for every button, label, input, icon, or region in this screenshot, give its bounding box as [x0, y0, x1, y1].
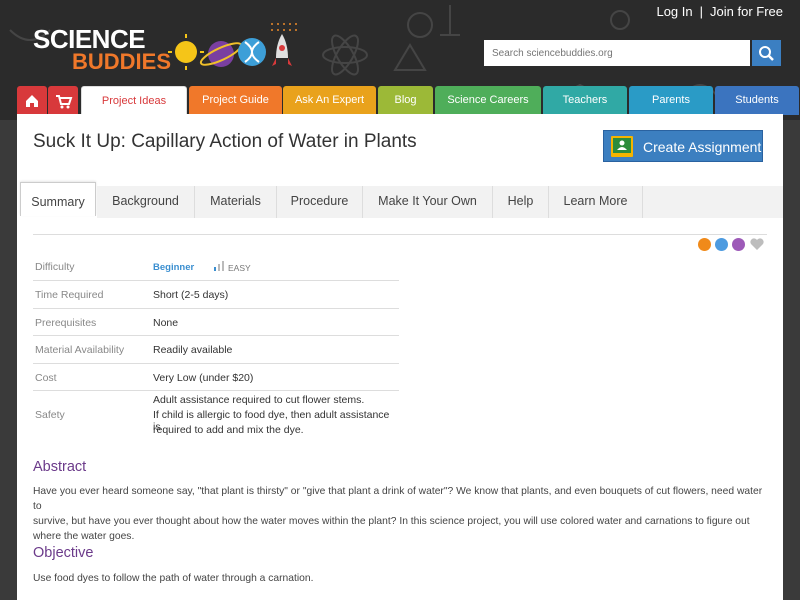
login-link[interactable]: Log In: [656, 4, 692, 19]
abstract-line-1: Have you ever heard someone say, "that p…: [33, 486, 763, 512]
project-tabs: Summary Background Materials Procedure M…: [17, 182, 783, 218]
difficulty-value[interactable]: Beginner: [153, 262, 194, 273]
nav-cart[interactable]: [48, 86, 78, 115]
nav-ask-an-expert[interactable]: Ask An Expert: [283, 86, 376, 115]
tab-help[interactable]: Help: [493, 186, 549, 218]
nav-students[interactable]: Students: [715, 86, 799, 115]
email-icon[interactable]: [732, 238, 745, 251]
prereq-value: None: [153, 317, 179, 329]
difficulty-bars-icon: [214, 261, 224, 271]
objective-text: Use food dyes to follow the path of wate…: [33, 573, 314, 584]
print-icon[interactable]: [715, 238, 728, 251]
difficulty-label: Difficulty: [35, 261, 75, 273]
prereq-label: Prerequisites: [35, 317, 97, 329]
tab-bar-filler: [643, 186, 783, 218]
tab-materials[interactable]: Materials: [195, 186, 277, 218]
nav-teachers[interactable]: Teachers: [543, 86, 627, 115]
safety-line-3: required to add and mix the dye.: [153, 424, 304, 436]
safety-label: Safety: [35, 409, 65, 421]
tab-background[interactable]: Background: [97, 186, 195, 218]
search-button[interactable]: [752, 40, 781, 66]
page-title: Suck It Up: Capillary Action of Water in…: [33, 131, 417, 152]
material-label: Material Availability: [35, 344, 125, 356]
nav-project-ideas[interactable]: Project Ideas: [81, 86, 187, 117]
nav-project-guide[interactable]: Project Guide: [189, 86, 282, 115]
join-link[interactable]: Join for Free: [710, 4, 783, 19]
abstract-heading: Abstract: [33, 459, 87, 475]
nav-science-careers[interactable]: Science Careers: [435, 86, 541, 115]
account-links: Log In | Join for Free: [656, 4, 783, 19]
home-icon: [26, 95, 38, 107]
tab-procedure[interactable]: Procedure: [277, 186, 363, 218]
abstract-text: Have you ever heard someone say, "that p…: [33, 484, 767, 544]
section-divider: [33, 234, 767, 235]
table-row-cost: Cost Very Low (under $20): [33, 364, 399, 391]
cost-label: Cost: [35, 372, 57, 384]
table-row-safety: Safety Adult assistance required to cut …: [33, 391, 399, 442]
objective-heading: Objective: [33, 545, 94, 561]
tab-summary[interactable]: Summary: [20, 182, 96, 216]
share-icon[interactable]: [698, 238, 711, 251]
safety-line-1: Adult assistance required to cut flower …: [153, 394, 365, 406]
link-separator: |: [699, 4, 704, 19]
difficulty-easy: EASY: [228, 263, 251, 273]
main-nav: Project Ideas Project Guide Ask An Exper…: [17, 86, 799, 117]
google-classroom-icon: [611, 136, 633, 157]
tab-learn-more[interactable]: Learn More: [549, 186, 643, 218]
nav-home[interactable]: [17, 86, 47, 115]
abstract-line-3: where the water goes.: [33, 531, 135, 542]
table-row-prerequisites: Prerequisites None: [33, 309, 399, 336]
time-label: Time Required: [35, 289, 104, 301]
time-value: Short (2-5 days): [153, 289, 229, 301]
create-assignment-label: Create Assignment: [643, 139, 762, 155]
cart-icon: [56, 95, 73, 109]
logo-science-icons: [168, 23, 297, 70]
search-input[interactable]: [484, 40, 750, 66]
search-icon: [759, 46, 774, 61]
create-assignment-button[interactable]: Create Assignment: [603, 130, 763, 162]
search-bar: [484, 40, 781, 66]
main-content: Suck It Up: Capillary Action of Water in…: [17, 114, 783, 600]
table-row-difficulty: Difficulty Beginner EASY: [33, 253, 399, 281]
nav-blog[interactable]: Blog: [378, 86, 433, 115]
tab-make-it-your-own[interactable]: Make It Your Own: [363, 186, 493, 218]
table-row-material: Material Availability Readily available: [33, 336, 399, 364]
favorite-heart-icon[interactable]: [749, 237, 765, 251]
material-value: Readily available: [153, 344, 233, 356]
project-summary-table: Difficulty Beginner EASY Time Required S…: [33, 253, 399, 442]
science-buddies-logo[interactable]: SCIENCE BUDDIES: [30, 22, 300, 78]
abstract-line-2: survive, but have you ever thought about…: [33, 516, 750, 527]
nav-parents[interactable]: Parents: [629, 86, 713, 115]
cost-value: Very Low (under $20): [153, 372, 254, 384]
table-row-time: Time Required Short (2-5 days): [33, 281, 399, 309]
